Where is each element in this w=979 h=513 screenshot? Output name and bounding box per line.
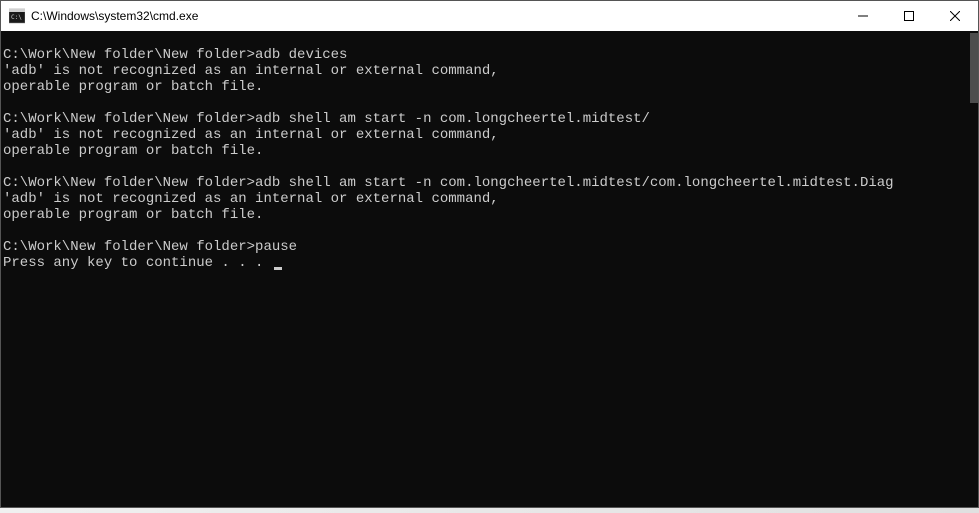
terminal-line: operable program or batch file. <box>3 207 976 223</box>
maximize-button[interactable] <box>886 1 932 31</box>
taskbar-edge <box>0 508 979 513</box>
scrollbar-thumb[interactable] <box>970 33 978 103</box>
terminal-line <box>3 223 976 239</box>
minimize-button[interactable] <box>840 1 886 31</box>
terminal-line <box>3 95 976 111</box>
terminal-line: Press any key to continue . . . <box>3 255 976 271</box>
terminal-line: 'adb' is not recognized as an internal o… <box>3 191 976 207</box>
cmd-icon: C:\ <box>9 8 25 24</box>
terminal-line: 'adb' is not recognized as an internal o… <box>3 63 976 79</box>
terminal-line: C:\Work\New folder\New folder>adb shell … <box>3 175 976 191</box>
terminal-output: C:\Work\New folder\New folder>adb device… <box>1 31 978 271</box>
terminal-line <box>3 31 976 47</box>
terminal-area[interactable]: C:\Work\New folder\New folder>adb device… <box>1 31 978 507</box>
terminal-line <box>3 159 976 175</box>
scrollbar[interactable] <box>968 31 978 507</box>
window-title: C:\Windows\system32\cmd.exe <box>31 9 840 23</box>
svg-text:C:\: C:\ <box>11 14 22 21</box>
terminal-line: C:\Work\New folder\New folder>adb shell … <box>3 111 976 127</box>
window-controls <box>840 1 978 31</box>
terminal-line: operable program or batch file. <box>3 143 976 159</box>
terminal-line: C:\Work\New folder\New folder>pause <box>3 239 976 255</box>
cursor <box>274 267 282 270</box>
close-button[interactable] <box>932 1 978 31</box>
terminal-line: 'adb' is not recognized as an internal o… <box>3 127 976 143</box>
cmd-window: C:\ C:\Windows\system32\cmd.exe C:\Work\… <box>0 0 979 508</box>
terminal-line: C:\Work\New folder\New folder>adb device… <box>3 47 976 63</box>
terminal-line: operable program or batch file. <box>3 79 976 95</box>
titlebar[interactable]: C:\ C:\Windows\system32\cmd.exe <box>1 1 978 31</box>
